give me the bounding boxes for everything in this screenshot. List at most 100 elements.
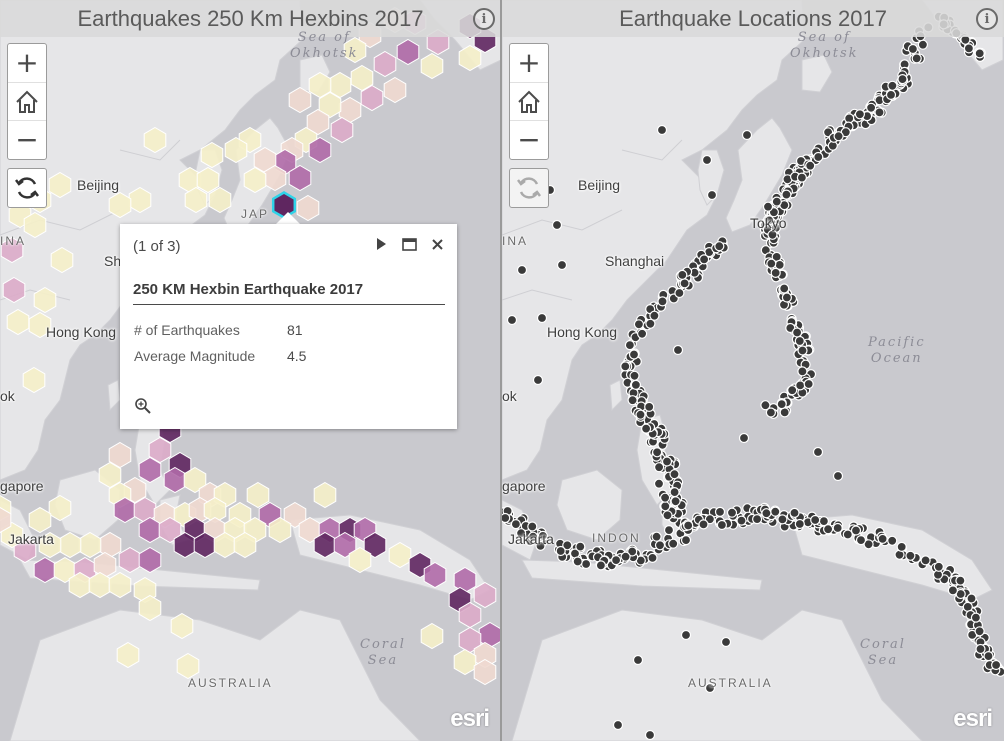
earthquake-point[interactable]	[701, 154, 713, 166]
earthquake-point[interactable]	[716, 519, 727, 531]
earthquake-point[interactable]	[510, 518, 521, 530]
earthquake-point[interactable]	[674, 287, 685, 299]
earthquake-point[interactable]	[670, 496, 681, 507]
earthquake-point[interactable]	[797, 345, 808, 356]
earthquake-point[interactable]	[970, 612, 981, 623]
earthquake-point[interactable]	[887, 80, 898, 91]
earthquake-point[interactable]	[897, 73, 908, 85]
earthquake-point[interactable]	[572, 556, 583, 567]
hexbin-map-panel[interactable]: Earthquakes 250 Km Hexbins 2017 i Beijin…	[0, 0, 501, 741]
earthquake-point[interactable]	[698, 519, 709, 530]
maximize-button[interactable]	[401, 236, 417, 252]
earthquake-point[interactable]	[776, 399, 787, 410]
earthquake-point[interactable]	[595, 560, 607, 571]
earthquake-point[interactable]	[726, 507, 738, 518]
earthquake-point[interactable]	[797, 366, 808, 377]
earthquake-point[interactable]	[536, 312, 548, 324]
earthquake-point[interactable]	[933, 561, 944, 572]
earthquake-point[interactable]	[963, 43, 974, 54]
earthquake-point[interactable]	[683, 520, 694, 531]
refresh-button[interactable]	[7, 168, 47, 208]
earthquake-point[interactable]	[629, 370, 640, 381]
earthquake-point[interactable]	[991, 659, 1002, 671]
earthquake-point[interactable]	[661, 456, 673, 467]
earthquake-point[interactable]	[885, 89, 897, 101]
earthquake-point[interactable]	[653, 478, 665, 489]
earthquake-point[interactable]	[677, 269, 688, 280]
earthquake-point[interactable]	[633, 319, 644, 330]
earthquake-point[interactable]	[741, 129, 753, 141]
earthquake-point[interactable]	[762, 201, 774, 212]
refresh-button[interactable]	[509, 168, 549, 208]
earthquake-point[interactable]	[905, 550, 916, 561]
earthquake-point[interactable]	[580, 558, 592, 570]
earthquake-point[interactable]	[652, 447, 663, 458]
zoom-out-button[interactable]: −	[510, 120, 548, 159]
earthquake-point[interactable]	[787, 385, 798, 396]
home-button[interactable]	[510, 81, 548, 121]
earthquake-point[interactable]	[502, 512, 511, 524]
earthquake-point[interactable]	[877, 533, 888, 545]
earthquake-point[interactable]	[641, 423, 652, 434]
earthquake-point[interactable]	[975, 643, 986, 655]
earthquake-point[interactable]	[955, 575, 966, 586]
earthquake-point[interactable]	[662, 510, 673, 521]
earthquake-point[interactable]	[627, 395, 638, 406]
earthquake-point[interactable]	[803, 378, 814, 390]
info-icon[interactable]: i	[976, 8, 998, 30]
earthquake-point[interactable]	[610, 554, 622, 566]
earthquake-point[interactable]	[805, 160, 816, 171]
earthquake-point[interactable]	[832, 470, 844, 482]
earthquake-point[interactable]	[668, 538, 679, 549]
earthquake-point[interactable]	[706, 189, 718, 201]
earthquake-point[interactable]	[767, 229, 778, 240]
earthquake-point[interactable]	[635, 409, 646, 420]
info-icon[interactable]: i	[473, 8, 495, 30]
earthquake-point[interactable]	[842, 529, 853, 540]
earthquake-point[interactable]	[649, 310, 660, 321]
earthquake-point[interactable]	[789, 507, 800, 519]
earthquake-point[interactable]	[974, 48, 985, 59]
earthquake-point[interactable]	[911, 53, 922, 64]
earthquake-point[interactable]	[766, 258, 777, 269]
earthquake-point[interactable]	[680, 534, 692, 546]
earthquake-point[interactable]	[630, 379, 641, 390]
earthquake-point[interactable]	[795, 380, 806, 391]
earthquake-point[interactable]	[983, 650, 994, 662]
earthquake-point[interactable]	[660, 492, 671, 503]
earthquake-point[interactable]	[874, 107, 885, 118]
earthquake-point[interactable]	[777, 514, 788, 525]
earthquake-point[interactable]	[812, 446, 824, 458]
earthquake-point[interactable]	[654, 462, 665, 473]
earthquake-point[interactable]	[679, 278, 690, 289]
earthquake-point[interactable]	[917, 39, 928, 50]
locations-map-panel[interactable]: Earthquake Locations 2017 i Beijing Shan…	[502, 0, 1004, 741]
earthquake-point[interactable]	[632, 654, 644, 666]
earthquake-point[interactable]	[823, 524, 834, 535]
earthquake-point[interactable]	[833, 131, 844, 142]
earthquake-point[interactable]	[854, 109, 865, 120]
earthquake-point[interactable]	[810, 514, 821, 526]
earthquake-point[interactable]	[555, 545, 566, 557]
earthquake-point[interactable]	[792, 327, 803, 338]
earthquake-point[interactable]	[947, 585, 958, 596]
earthquake-point[interactable]	[620, 361, 631, 372]
earthquake-point[interactable]	[832, 522, 843, 534]
earthquake-point[interactable]	[527, 521, 538, 532]
earthquake-point[interactable]	[794, 518, 805, 530]
earthquake-point[interactable]	[669, 487, 680, 498]
earthquake-point[interactable]	[644, 729, 656, 741]
locations-map-canvas[interactable]	[502, 0, 1004, 741]
earthquake-point[interactable]	[506, 314, 518, 326]
earthquake-point[interactable]	[794, 335, 805, 347]
earthquake-point[interactable]	[644, 401, 655, 412]
earthquake-point[interactable]	[813, 151, 824, 163]
earthquake-point[interactable]	[516, 264, 528, 276]
earthquake-point[interactable]	[907, 43, 918, 55]
home-button[interactable]	[8, 81, 46, 121]
earthquake-point[interactable]	[624, 340, 636, 351]
earthquake-point[interactable]	[781, 189, 792, 200]
earthquake-point[interactable]	[974, 626, 985, 637]
earthquake-point[interactable]	[663, 524, 675, 536]
earthquake-point[interactable]	[672, 344, 684, 356]
